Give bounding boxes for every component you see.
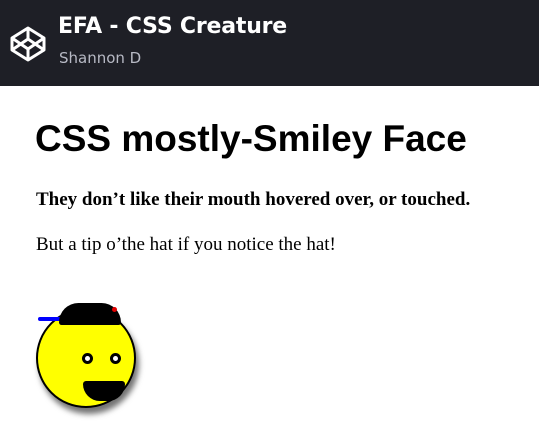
left-eye [82, 353, 93, 364]
smiley-mouth[interactable] [83, 381, 125, 401]
author-name[interactable]: Shannon D [59, 49, 141, 67]
hat[interactable] [59, 303, 121, 325]
page-subtitle: They don’t like their mouth hovered over… [36, 189, 471, 210]
app-header: EFA - CSS Creature Shannon D [0, 0, 539, 86]
page-title: CSS mostly-Smiley Face [35, 118, 467, 159]
app-title[interactable]: EFA - CSS Creature [58, 14, 287, 39]
smiley-creature [34, 296, 144, 416]
right-eye [110, 353, 121, 364]
hat-hint-text: But a tip o’the hat if you notice the ha… [36, 234, 336, 255]
codepen-logo-icon[interactable] [9, 25, 47, 63]
hat-button [112, 307, 117, 312]
main-content: CSS mostly-Smiley Face They don’t like t… [0, 86, 539, 433]
